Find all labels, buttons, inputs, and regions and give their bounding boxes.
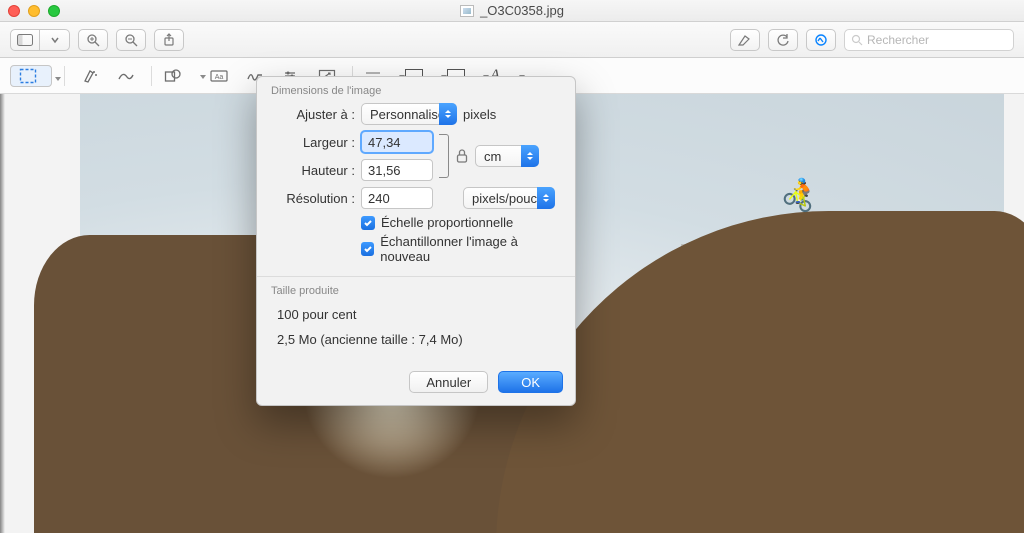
window-titlebar: _O3C0358.jpg [0,0,1024,22]
chevron-updown-icon [537,187,555,209]
dimensions-section-title: Dimensions de l'image [271,85,561,97]
sidebar-menu-button[interactable] [40,29,70,51]
height-label: Hauteur : [271,163,355,178]
chevron-updown-icon [521,145,539,167]
search-field[interactable]: Rechercher [844,29,1014,51]
fit-unit-label: pixels [463,107,496,122]
height-input[interactable] [361,159,433,181]
fit-into-select[interactable]: Personnalisé [361,103,457,125]
adjust-size-dialog: Dimensions de l'image Ajuster à : Person… [256,76,576,406]
svg-text:Aa: Aa [215,74,224,81]
resolution-unit-select[interactable]: pixels/pouce [463,187,555,209]
dimension-unit-select[interactable]: cm [475,145,539,167]
checkmark-icon [361,242,374,256]
shapes-tool[interactable] [164,64,196,88]
chevron-updown-icon [439,103,457,125]
ok-button[interactable]: OK [498,371,563,393]
text-tool[interactable]: Aa [206,64,232,88]
markup-button[interactable] [806,29,836,51]
resolution-label: Résolution : [271,191,355,206]
search-placeholder: Rechercher [867,33,929,47]
document-proxy-icon[interactable] [460,5,474,17]
checkmark-icon [361,216,375,230]
search-icon [851,34,863,46]
width-input[interactable] [361,131,433,153]
share-button[interactable] [154,29,184,51]
width-label: Largeur : [271,135,355,150]
percent-text: 100 pour cent [277,307,561,322]
resulting-size-section-title: Taille produite [271,285,561,297]
sketch-tool[interactable] [113,64,139,88]
lock-icon [455,148,469,164]
instant-alpha-tool[interactable] [77,64,103,88]
highlight-button[interactable] [730,29,760,51]
scale-proportionally-checkbox[interactable]: Échelle proportionnelle [361,215,561,230]
window-title: _O3C0358.jpg [0,3,1024,18]
rotate-button[interactable] [768,29,798,51]
selection-tool[interactable] [10,65,52,87]
resolution-input[interactable] [361,187,433,209]
dimension-bracket [439,134,449,178]
zoom-out-button[interactable] [116,29,146,51]
fit-into-label: Ajuster à : [271,107,355,122]
zoom-in-button[interactable] [78,29,108,51]
window-filename: _O3C0358.jpg [480,3,564,18]
cancel-button[interactable]: Annuler [409,371,488,393]
window-toolbar: Rechercher [0,22,1024,58]
filesize-text: 2,5 Mo (ancienne taille : 7,4 Mo) [277,332,561,347]
resample-image-checkbox[interactable]: Échantillonner l'image à nouveau [361,234,561,264]
sidebar-toggle-button[interactable] [10,29,40,51]
